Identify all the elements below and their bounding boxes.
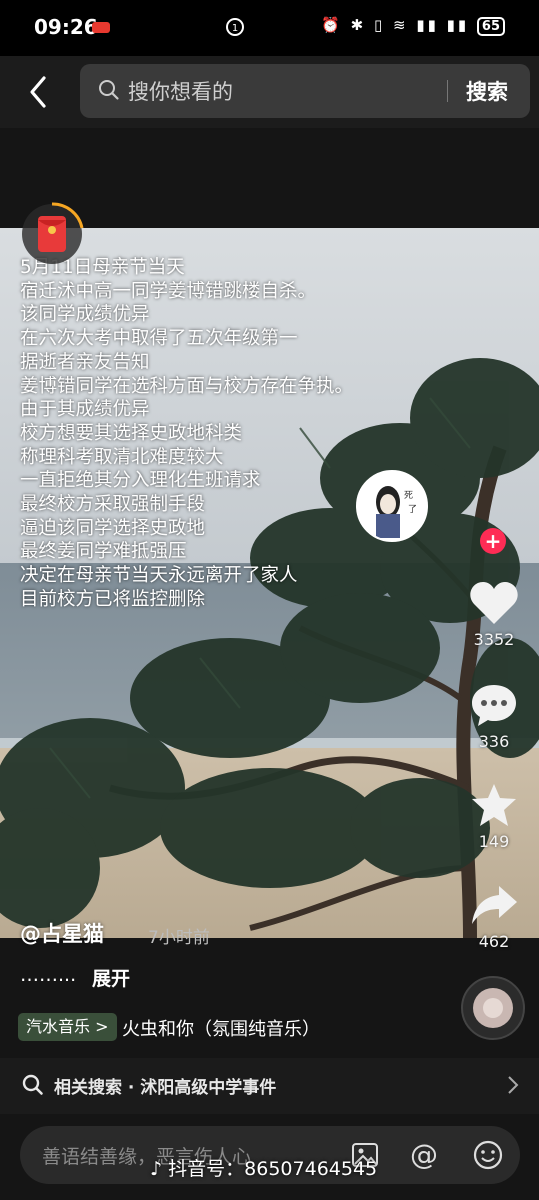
music-disc-cover: [473, 988, 513, 1028]
overlay-line: 最终姜同学难抵强压: [20, 541, 187, 563]
comment-icon: [472, 685, 516, 726]
notification-badge-icon: [92, 22, 110, 33]
overlay-line: 校方想要其选择史政地科类: [20, 422, 243, 444]
red-packet-icon: [22, 202, 84, 264]
comment-count: 336: [478, 732, 510, 751]
back-arrow-icon: [30, 76, 46, 108]
music-disc-icon[interactable]: [461, 976, 525, 1040]
overlay-line: 称理科考取清北难度较大: [20, 446, 224, 468]
video-overlay-text: 5月11日母亲节当天 宿迁沭中高一同学姜博错跳楼自杀。 该同学成绩优异 在六次大考中取…: [20, 256, 353, 612]
overlay-line: 该同学成绩优异: [20, 304, 150, 326]
overlay-line: 姜博错同学在选科方面与校方存在争执。: [20, 375, 354, 397]
battery-icon: 65: [476, 17, 505, 36]
music-app-tag[interactable]: 汽水音乐 >: [18, 1013, 117, 1041]
overlay-line: 目前校方已将监控删除: [20, 588, 206, 610]
chevron-right-icon: [508, 1076, 519, 1094]
system-icon-glyphs: ⏰ ✱ ▯ ≋ ▮▮ ▮▮: [321, 16, 470, 34]
share-icon: [472, 886, 517, 924]
share-count: 462: [478, 932, 510, 951]
comment-button[interactable]: 336: [459, 682, 529, 751]
follow-button[interactable]: +: [480, 528, 506, 554]
overlay-line: 最终校方采取强制手段: [20, 494, 206, 516]
svg-text:了: 了: [408, 504, 417, 515]
overlay-line: 由于其成绩优异: [20, 399, 150, 421]
video-description: ……...: [20, 964, 77, 986]
search-button[interactable]: 搜索: [466, 76, 508, 106]
system-icons: ⏰ ✱ ▯ ≋ ▮▮ ▮▮ 65: [321, 16, 505, 36]
watermark-text: 抖音号：86507464545: [168, 1158, 378, 1180]
related-search-bar[interactable]: 相关搜索 · 沭阳高级中学事件: [0, 1058, 539, 1114]
overlay-line: 在六次大考中取得了五次年级第一: [20, 328, 298, 350]
author-avatar[interactable]: 死 了: [356, 470, 428, 542]
mention-icon[interactable]: @: [410, 1138, 438, 1171]
status-bar: 09:26 1 ⏰ ✱ ▯ ≋ ▮▮ ▮▮ 65: [0, 0, 539, 56]
top-bar: 搜你想看的 搜索: [0, 56, 539, 128]
star-icon: [472, 784, 516, 826]
overlay-line: 据逝者亲友告知: [20, 351, 150, 373]
overlay-line: 逼迫该同学选择史政地: [20, 517, 206, 539]
expand-button[interactable]: 展开: [92, 964, 130, 991]
search-input[interactable]: 搜你想看的: [128, 76, 233, 106]
heart-icon: [470, 582, 518, 624]
music-title[interactable]: 火虫和你（氛围纯音乐）: [122, 1015, 320, 1041]
search-divider: [447, 80, 448, 102]
search-icon: [99, 80, 119, 100]
tiktok-logo-icon: ♪: [150, 1158, 169, 1180]
avatar-image: 死 了: [358, 472, 426, 540]
overlay-line: 宿迁沭中高一同学姜博错跳楼自杀。: [20, 280, 317, 302]
like-button[interactable]: 3352: [459, 580, 529, 649]
favorite-count: 149: [478, 832, 510, 851]
share-button[interactable]: 462: [459, 882, 529, 951]
app-screen: 09:26 1 ⏰ ✱ ▯ ≋ ▮▮ ▮▮ 65 搜你想看的 搜索 5月11日母…: [0, 0, 539, 1200]
center-status-icon: 1: [226, 18, 244, 36]
video-player[interactable]: 5月11日母亲节当天 宿迁沭中高一同学姜博错跳楼自杀。 该同学成绩优异 在六次大考中取…: [0, 128, 539, 1058]
author-name[interactable]: @占星猫: [20, 918, 104, 948]
red-packet-widget[interactable]: [22, 198, 94, 270]
search-box[interactable]: 搜你想看的 搜索: [80, 64, 530, 118]
overlay-line: 决定在母亲节当天永远离开了家人: [20, 565, 298, 587]
svg-text:死: 死: [404, 490, 413, 501]
status-time: 09:26: [34, 15, 98, 39]
douyin-watermark: ♪ 抖音号：86507464545: [150, 1154, 377, 1181]
like-count: 3352: [473, 630, 515, 649]
related-search-label[interactable]: 相关搜索 · 沭阳高级中学事件: [54, 1073, 276, 1098]
emoji-icon[interactable]: [472, 1139, 504, 1171]
favorite-button[interactable]: 149: [459, 782, 529, 851]
post-time: 7小时前: [148, 928, 210, 948]
search-icon: [22, 1074, 43, 1095]
overlay-line: 一直拒绝其分入理化生班请求: [20, 470, 261, 492]
back-button[interactable]: [22, 72, 56, 112]
